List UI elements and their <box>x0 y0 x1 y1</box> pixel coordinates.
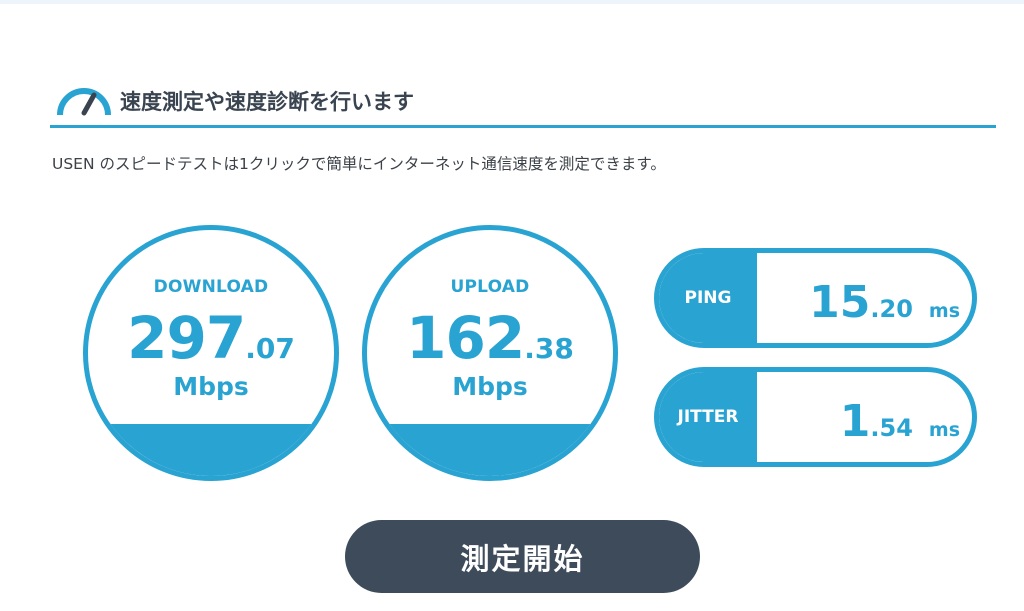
ping-unit: ms <box>928 300 960 322</box>
top-bar <box>0 0 1024 4</box>
download-label: DOWNLOAD <box>153 277 269 297</box>
jitter-value: 1.54 ms <box>840 396 960 447</box>
page-title: 速度測定や速度診断を行います <box>120 90 414 114</box>
download-unit: Mbps <box>173 372 249 401</box>
upload-meter: UPLOAD 162.38 Mbps <box>362 225 618 481</box>
jitter-value-dec: .54 <box>870 414 913 442</box>
download-value-dec: .07 <box>245 332 295 365</box>
upload-value-dec: .38 <box>524 332 574 365</box>
jitter-stat: JITTER 1.54 ms <box>654 367 977 467</box>
jitter-value-int: 1 <box>839 396 871 447</box>
download-meter: DOWNLOAD 297.07 Mbps <box>83 225 339 481</box>
section-heading: 速度測定や速度診断を行います <box>50 76 996 128</box>
ping-value: 15.20 ms <box>809 277 960 328</box>
jitter-unit: ms <box>928 419 960 441</box>
upload-value-int: 162 <box>406 304 525 372</box>
ping-value-int: 15 <box>809 277 871 328</box>
upload-value: 162.38 <box>367 304 613 372</box>
ping-value-dec: .20 <box>870 295 913 323</box>
download-value-int: 297 <box>127 304 246 372</box>
upload-meter-fill <box>367 424 613 476</box>
jitter-label: JITTER <box>659 372 757 462</box>
download-value: 297.07 <box>88 304 334 372</box>
speedometer-icon <box>57 88 111 116</box>
description-text: USEN のスピードテストは1クリックで簡単にインターネット通信速度を測定できま… <box>52 155 666 173</box>
upload-label: UPLOAD <box>450 277 530 297</box>
upload-unit: Mbps <box>452 372 528 401</box>
ping-stat: PING 15.20 ms <box>654 248 977 348</box>
download-meter-fill <box>88 424 334 476</box>
start-measurement-button[interactable]: 測定開始 <box>345 520 700 593</box>
ping-label: PING <box>659 253 757 343</box>
